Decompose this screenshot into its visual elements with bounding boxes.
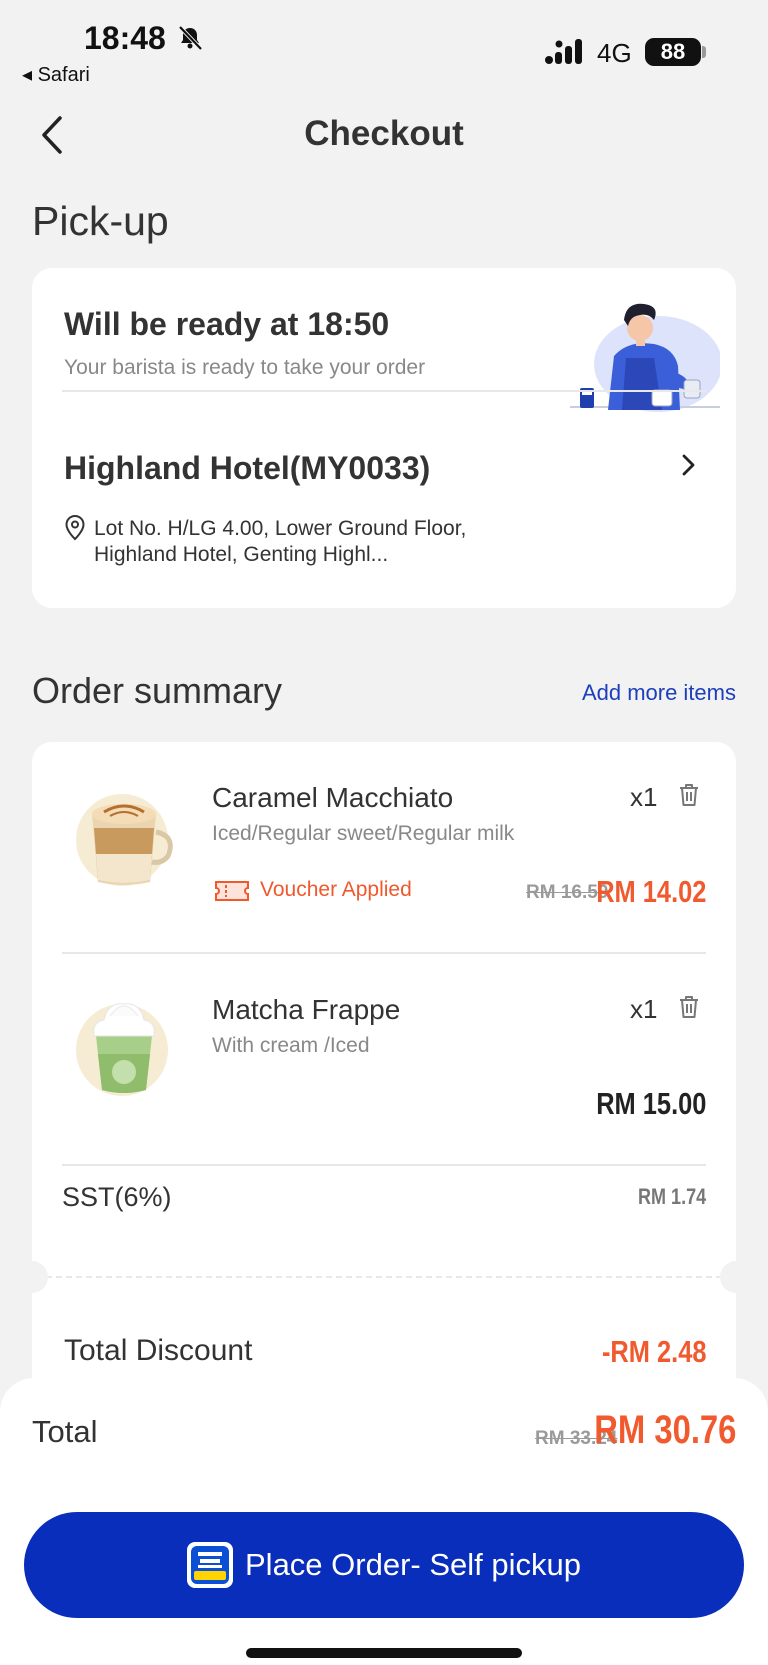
chevron-right-icon[interactable]: [678, 452, 698, 478]
sst-value: RM 1.74: [637, 1184, 706, 1209]
item-price: RM 15.00: [595, 1086, 706, 1121]
back-to-safari[interactable]: ◂ Safari: [22, 62, 90, 87]
item-quantity: x1: [630, 782, 658, 812]
ready-time: Will be ready at 18:50: [64, 306, 390, 342]
place-order-label: Place Order- Self pickup: [245, 1547, 581, 1582]
matcha-frappe-image: [76, 1003, 168, 1096]
battery-indicator: 88: [645, 38, 701, 66]
trash-icon[interactable]: [678, 994, 700, 1020]
place-order-button[interactable]: Place Order- Self pickup: [24, 1512, 744, 1618]
battery-tip: [702, 46, 706, 58]
sst-label: SST(6%): [62, 1182, 172, 1212]
home-indicator: [246, 1648, 522, 1658]
page-title: Checkout: [304, 114, 464, 153]
order-summary-title: Order summary: [32, 670, 283, 711]
item-quantity: x1: [630, 994, 658, 1024]
pickup-card: Will be ready at 18:50 Your barista is r…: [32, 268, 736, 608]
pickup-section-title: Pick-up: [32, 198, 169, 244]
item-divider: [62, 1164, 706, 1166]
total-price: RM 30.76: [593, 1408, 736, 1452]
dashed-separator: [46, 1276, 722, 1278]
store-address: Lot No. H/LG 4.00, Lower Ground Floor, H…: [94, 517, 467, 566]
caramel-macchiato-image: [76, 794, 173, 886]
add-more-items-link[interactable]: Add more items: [540, 680, 736, 706]
network-type: 4G: [597, 38, 632, 68]
status-time: 18:48: [84, 20, 166, 56]
signal-icon: [545, 39, 582, 64]
location-pin-icon: [65, 514, 85, 541]
card-notch-right: [720, 1261, 752, 1293]
item-name: Matcha Frappe: [212, 994, 401, 1025]
item-price: RM 14.02: [595, 874, 706, 909]
voucher-icon: [215, 881, 249, 901]
checkout-bottom-sheet: Total RM 33.24 RM 30.76 Place Order- Sel…: [0, 1378, 768, 1665]
bell-muted-icon: [178, 25, 203, 51]
total-discount-value: -RM 2.48: [601, 1334, 706, 1369]
total-label: Total: [32, 1414, 98, 1449]
item-options: Iced/Regular sweet/Regular milk: [212, 822, 515, 845]
ready-subtitle: Your barista is ready to take your order: [64, 356, 426, 379]
total-discount-label: Total Discount: [64, 1334, 253, 1367]
store-name[interactable]: Highland Hotel(MY0033): [64, 450, 430, 487]
barista-illustration: [570, 303, 720, 412]
item-name: Caramel Macchiato: [212, 782, 454, 813]
order-card: Caramel Macchiato Iced/Regular sweet/Reg…: [16, 742, 752, 1442]
card-divider: [62, 390, 706, 392]
tng-ewallet-icon: [187, 1542, 233, 1588]
voucher-applied-label: Voucher Applied: [260, 878, 412, 901]
item-options: With cream /Iced: [212, 1034, 370, 1057]
trash-icon[interactable]: [678, 782, 700, 808]
card-notch-left: [16, 1261, 48, 1293]
item-divider: [62, 952, 706, 954]
